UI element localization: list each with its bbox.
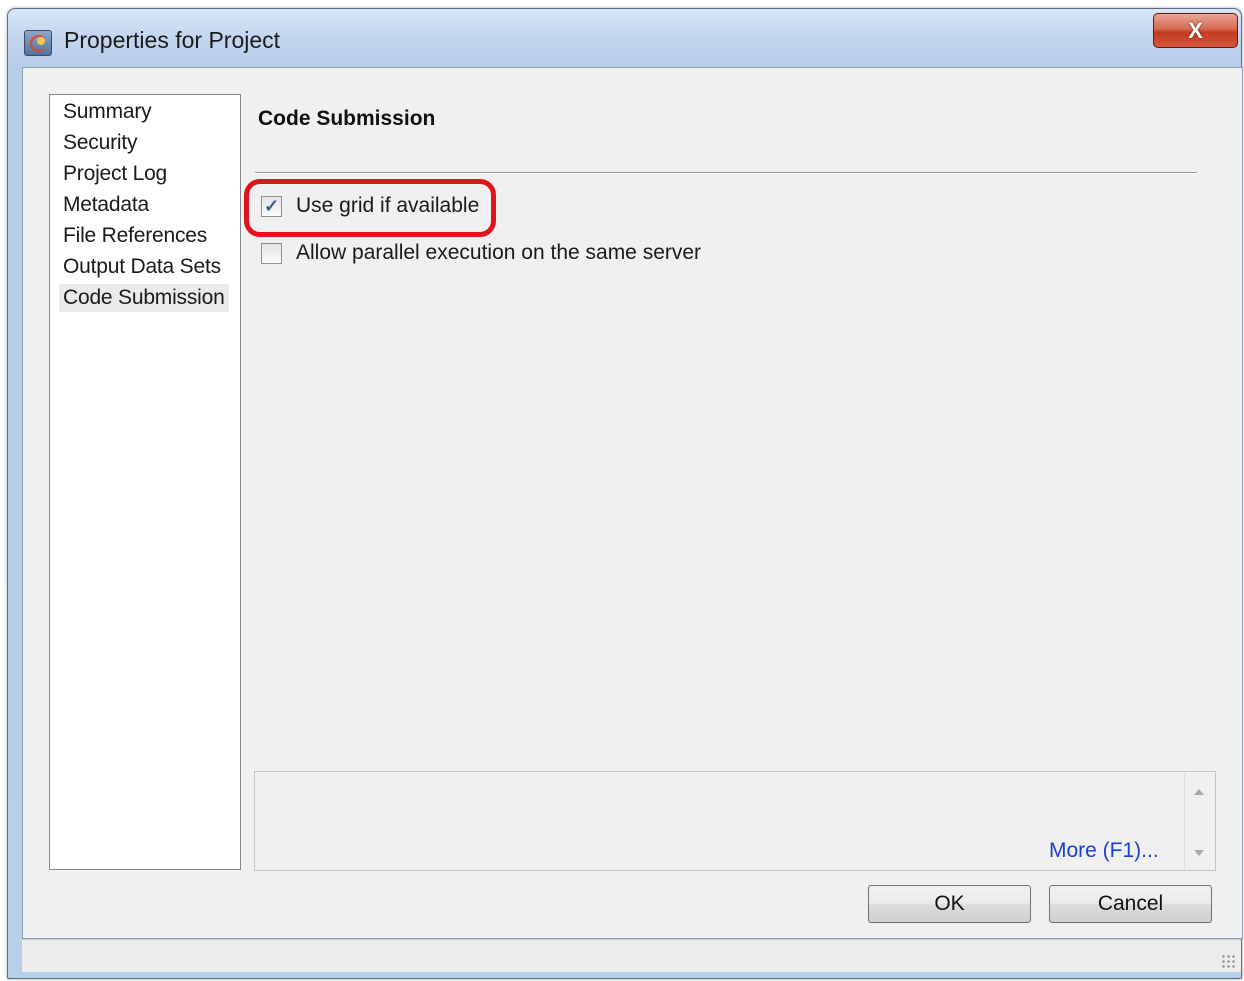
help-panel: More (F1)... bbox=[254, 771, 1216, 871]
nav-item-project-log[interactable]: Project Log bbox=[59, 160, 171, 188]
ok-button[interactable]: OK bbox=[868, 885, 1031, 923]
nav-item-output-data-sets[interactable]: Output Data Sets bbox=[59, 253, 225, 281]
title-bar[interactable]: Properties for Project X bbox=[8, 9, 1241, 67]
property-page-list: Summary Security Project Log Metadata Fi… bbox=[49, 94, 241, 870]
status-bar bbox=[22, 939, 1241, 972]
section-title: Code Submission bbox=[258, 107, 436, 130]
nav-item-summary[interactable]: Summary bbox=[59, 98, 155, 126]
scroll-up-arrow-icon[interactable] bbox=[1194, 789, 1204, 795]
help-scrollbar[interactable] bbox=[1184, 772, 1215, 870]
nav-item-file-references[interactable]: File References bbox=[59, 222, 211, 250]
resize-grip-icon[interactable] bbox=[1221, 954, 1235, 968]
close-icon: X bbox=[1188, 17, 1203, 43]
more-help-link[interactable]: More (F1)... bbox=[1049, 839, 1159, 863]
parallel-execution-label: Allow parallel execution on the same ser… bbox=[296, 241, 702, 264]
scroll-down-arrow-icon[interactable] bbox=[1194, 850, 1204, 856]
cancel-button[interactable]: Cancel bbox=[1049, 885, 1212, 923]
dialog-body: Summary Security Project Log Metadata Fi… bbox=[22, 67, 1243, 939]
section-separator bbox=[255, 172, 1197, 174]
close-button[interactable]: X bbox=[1153, 13, 1238, 48]
nav-item-metadata[interactable]: Metadata bbox=[59, 191, 153, 219]
parallel-execution-option[interactable]: Allow parallel execution on the same ser… bbox=[261, 241, 701, 265]
window-title: Properties for Project bbox=[64, 27, 281, 53]
nav-item-code-submission[interactable]: Code Submission bbox=[59, 284, 229, 312]
properties-dialog: Properties for Project X Summary Securit… bbox=[7, 8, 1243, 979]
parallel-execution-checkbox[interactable] bbox=[261, 242, 282, 264]
highlight-annotation bbox=[244, 179, 496, 237]
nav-item-security[interactable]: Security bbox=[59, 129, 141, 157]
project-properties-icon bbox=[24, 30, 52, 56]
